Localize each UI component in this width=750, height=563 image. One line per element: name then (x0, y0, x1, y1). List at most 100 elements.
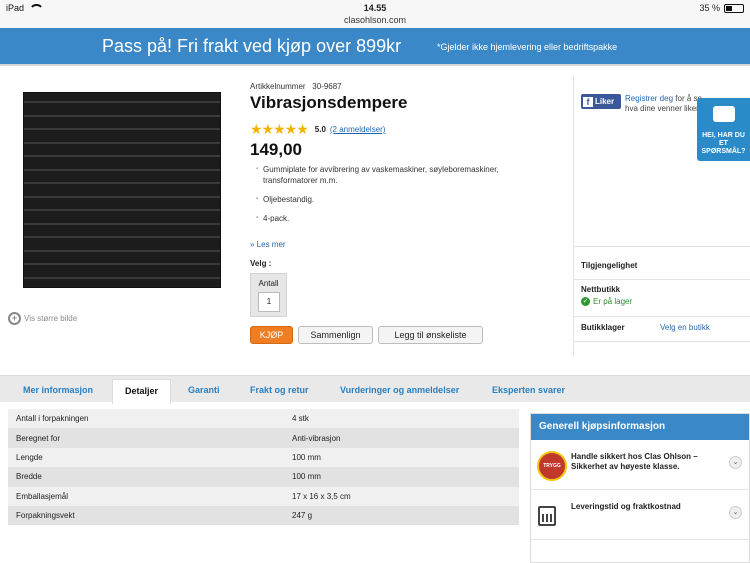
detail-label: Antall i forpakningen (16, 414, 89, 424)
tab-shipping-returns[interactable]: Frakt og retur (250, 385, 309, 395)
quantity-box: Antall 1 (250, 273, 287, 317)
mat-ridge (24, 276, 220, 279)
details-table: Antall i forpakningen 4 stk Beregnet for… (8, 409, 519, 526)
mat-ridge (24, 128, 220, 130)
mat-ridge (24, 141, 220, 144)
product-features: Gummiplate for avvibrering av vaskemaski… (256, 164, 546, 232)
table-row: Antall i forpakningen 4 stk (8, 409, 519, 429)
mat-ridge (24, 155, 220, 157)
ios-status-bar: iPad 14.55 clasohlson.com 35 % (0, 0, 750, 28)
feature-item: 4-pack. (256, 213, 546, 224)
table-row: Lengde 100 mm (8, 447, 519, 468)
info-item-text: Leveringstid og fraktkostnad (571, 502, 681, 511)
divider (574, 246, 750, 247)
quantity-label: Antall (258, 279, 279, 288)
mat-ridge (24, 236, 220, 238)
product-title: Vibrasjonsdempere (250, 93, 408, 112)
mat-ridge (24, 249, 220, 252)
help-label: HEI, HAR DU ET SPØRSMÅL? (701, 132, 746, 155)
mat-ridge (24, 222, 220, 225)
table-row: Beregnet for Anti-vibrasjon (8, 428, 519, 448)
divider (574, 316, 750, 317)
buy-button[interactable]: KJØP (250, 326, 293, 344)
quantity-input[interactable]: 1 (258, 292, 280, 312)
clock: 14.55 (363, 3, 387, 13)
choose-label: Velg : (250, 259, 272, 268)
tab-more-info[interactable]: Mer informasjon (23, 385, 93, 395)
facebook-text: Registrer deg for å se hva dine venner l… (625, 94, 705, 114)
check-icon: ✓ (581, 297, 590, 306)
battery-icon (724, 3, 744, 13)
detail-value: 17 x 16 x 3,5 cm (292, 491, 351, 501)
detail-value: 4 stk (292, 414, 309, 424)
facebook-like-button[interactable]: f Liker (581, 94, 621, 109)
chevron-down-icon[interactable]: ⌄ (729, 506, 742, 519)
mat-ridge (24, 263, 220, 265)
tab-details[interactable]: Detaljer (112, 379, 172, 404)
chevron-down-icon[interactable]: ⌄ (729, 456, 742, 469)
battery-percent: 35 % (699, 3, 720, 13)
table-row: Forpakningsvekt 247 g (8, 505, 519, 526)
store-stock-label: Butikklager (581, 323, 625, 332)
mat-ridge (24, 168, 220, 171)
read-more-link[interactable]: » Les mer (250, 240, 286, 249)
article-number-label: Artikkelnummer (250, 82, 306, 91)
facebook-icon: f (583, 96, 593, 107)
product-image[interactable] (23, 92, 221, 288)
status-right: 35 % (699, 3, 744, 13)
register-link[interactable]: Registrer deg (625, 94, 673, 103)
tab-warranty[interactable]: Garanti (188, 385, 220, 395)
help-chat-button[interactable]: HEI, HAR DU ET SPØRSMÅL? (697, 98, 750, 161)
detail-value: 100 mm (292, 452, 321, 462)
reviews-link[interactable]: (2 anmeldelser) (330, 125, 386, 134)
secure-shopping-item[interactable]: TRYGG Handle sikkert hos Clas Ohlson – S… (531, 442, 750, 490)
trygg-handel-badge-icon: TRYGG (537, 451, 567, 481)
detail-value: Anti-vibrasjon (292, 433, 341, 443)
article-number: Artikkelnummer 30-9687 (250, 82, 342, 91)
address-bar-url[interactable]: clasohlson.com (0, 15, 750, 25)
add-to-wishlist-button[interactable]: Legg til ønskeliste (378, 326, 483, 344)
facebook-like: f Liker Registrer deg for å se hva dine … (581, 94, 705, 114)
star-rating-icon: ★★★★★ (250, 121, 309, 137)
compare-button[interactable]: Sammenlign (298, 326, 373, 344)
mat-ridge (24, 195, 220, 198)
info-item-text: Handle sikkert hos Clas Ohlson – Sikkerh… (571, 452, 698, 471)
purchase-info-box: Generell kjøpsinformasjon TRYGG Handle s… (530, 413, 750, 563)
chat-bubble-icon (713, 106, 735, 122)
feature-item: Oljebestandig. (256, 194, 546, 205)
in-stock-status: ✓ Er på lager (581, 297, 632, 306)
in-stock-text: Er på lager (593, 297, 633, 306)
detail-label: Forpakningsvekt (16, 511, 75, 521)
table-row: Bredde 100 mm (8, 467, 519, 487)
delivery-cost-item[interactable]: Leveringstid og fraktkostnad ⌄ (531, 492, 750, 540)
availability-title: Tilgjengelighet (581, 261, 638, 270)
info-box-title: Generell kjøpsinformasjon (531, 414, 749, 440)
tab-expert-answers[interactable]: Eksperten svarer (492, 385, 565, 395)
tab-reviews[interactable]: Vurderinger og anmeldelser (340, 385, 459, 395)
product-rating: ★★★★★ 5.0 (2 anmeldelser) (250, 121, 385, 138)
detail-label: Bredde (16, 472, 42, 482)
detail-label: Lengde (16, 452, 43, 462)
banner-footnote: *Gjelder ikke hjemlevering eller bedrift… (437, 42, 618, 52)
detail-label: Beregnet for (16, 433, 61, 443)
product-tabs: Mer informasjon Detaljer Garanti Frakt o… (0, 375, 750, 404)
mat-ridge (24, 114, 220, 117)
calculator-icon (538, 506, 556, 526)
article-number-value: 30-9687 (312, 82, 342, 91)
mat-ridge (24, 209, 220, 211)
detail-value: 247 g (292, 511, 313, 521)
like-label: Liker (595, 97, 615, 106)
choose-store-link[interactable]: Velg en butikk (660, 323, 710, 332)
online-store-label: Nettbutikk (581, 285, 621, 294)
mat-ridge (24, 182, 220, 184)
free-shipping-banner[interactable]: Pass på! Fri frakt ved kjøp over 899kr *… (0, 28, 750, 66)
column-divider (573, 76, 574, 356)
detail-label: Emballasjemål (16, 491, 69, 501)
table-row: Emballasjemål 17 x 16 x 3,5 cm (8, 486, 519, 506)
mat-ridge (24, 101, 220, 103)
product-price: 149,00 (250, 140, 302, 159)
feature-item: Gummiplate for avvibrering av vaskemaski… (256, 164, 546, 186)
divider (574, 341, 750, 342)
zoom-link[interactable]: + Vis større bilde (8, 312, 77, 325)
banner-headline: Pass på! Fri frakt ved kjøp over 899kr (102, 36, 402, 56)
